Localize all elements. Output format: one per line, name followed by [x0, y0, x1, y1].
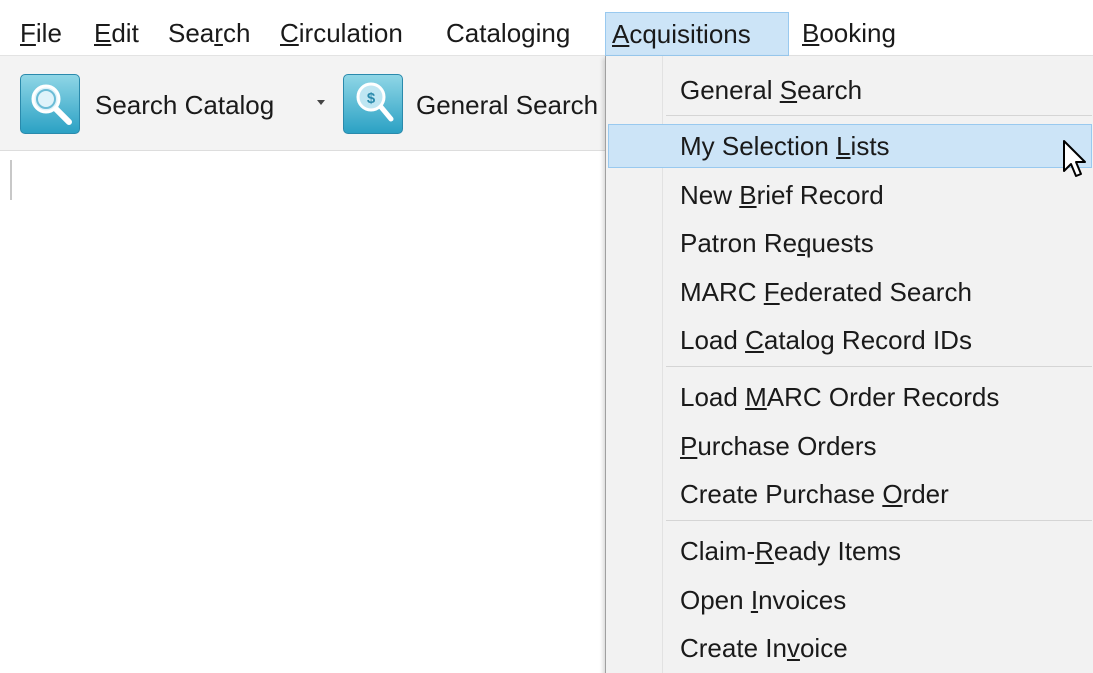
svg-text:$: $ [367, 90, 376, 107]
toolbar: Search Catalog $ General Search [0, 56, 605, 151]
magnifier-icon[interactable] [20, 74, 80, 134]
menu-bar: File Edit Search Circulation Cataloging … [0, 0, 1093, 56]
menu-item-create-invoice[interactable]: Create Invoice [608, 626, 1092, 670]
dropdown-separator [666, 520, 1092, 521]
menu-acquisitions[interactable]: Acquisitions [605, 12, 789, 56]
menu-item-create-purchase-order[interactable]: Create Purchase Order [608, 472, 1092, 516]
app-window: File Edit Search Circulation Cataloging … [0, 0, 1093, 673]
menu-item-patron-requests[interactable]: Patron Requests [608, 221, 1092, 265]
menu-item-purchase-orders[interactable]: Purchase Orders [608, 424, 1092, 468]
chevron-down-icon[interactable] [317, 100, 325, 105]
dropdown-separator [666, 115, 1092, 116]
menu-item-load-marc-order-records[interactable]: Load MARC Order Records [608, 375, 1092, 419]
menu-item-my-selection-lists[interactable]: My Selection Lists [608, 124, 1092, 168]
general-search-button[interactable]: General Search [416, 88, 598, 122]
menu-booking[interactable]: Booking [796, 11, 902, 55]
acquisitions-dropdown: General Search My Selection Lists New Br… [605, 56, 1093, 673]
menu-search[interactable]: Search [162, 11, 256, 55]
menu-item-marc-federated-search[interactable]: MARC Federated Search [608, 270, 1092, 314]
menu-circulation[interactable]: Circulation [274, 11, 409, 55]
search-catalog-button[interactable]: Search Catalog [95, 88, 274, 122]
menu-item-new-brief-record[interactable]: New Brief Record [608, 173, 1092, 217]
menu-item-load-catalog-record-ids[interactable]: Load Catalog Record IDs [608, 318, 1092, 362]
money-magnifier-icon[interactable]: $ [343, 74, 403, 134]
menu-edit[interactable]: Edit [88, 11, 145, 55]
menu-item-general-search[interactable]: General Search [608, 68, 1092, 112]
menu-file[interactable]: File [14, 11, 68, 55]
main-content [0, 151, 605, 673]
mouse-cursor-icon [1062, 139, 1088, 184]
menu-cataloging[interactable]: Cataloging [440, 11, 576, 55]
menu-item-open-invoices[interactable]: Open Invoices [608, 578, 1092, 622]
dropdown-separator [666, 366, 1092, 367]
content-edge [10, 160, 12, 200]
menu-item-claim-ready-items[interactable]: Claim-Ready Items [608, 529, 1092, 573]
